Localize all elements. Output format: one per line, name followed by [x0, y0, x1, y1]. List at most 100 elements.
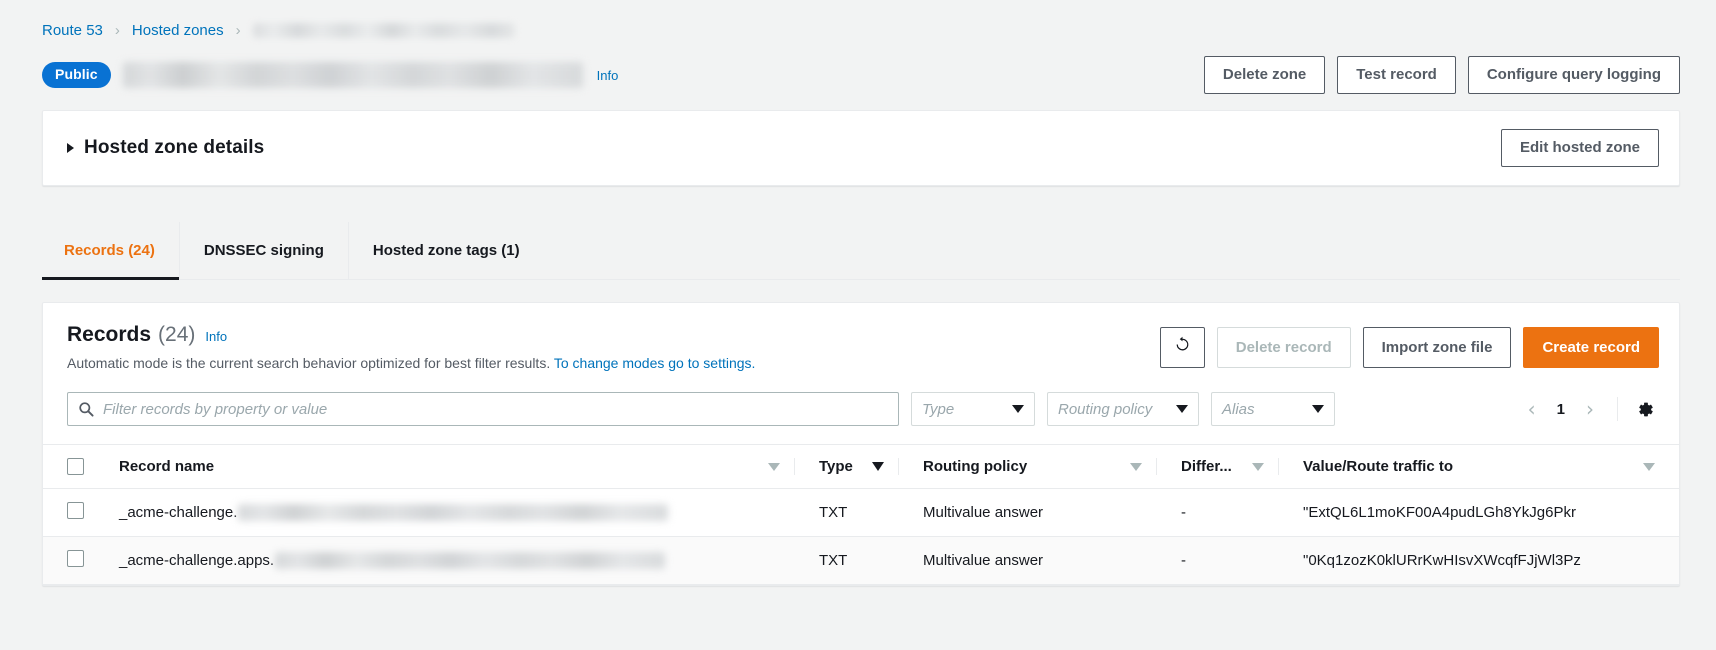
row-checkbox[interactable]: [67, 550, 84, 567]
cell-differentiator: -: [1167, 536, 1289, 585]
breadcrumb-separator-icon: ›: [235, 21, 241, 39]
delete-record-button[interactable]: Delete record: [1216, 327, 1351, 368]
row-select-cell: [43, 536, 105, 585]
row-checkbox[interactable]: [67, 502, 84, 519]
sort-descending-active-icon: [872, 462, 884, 471]
column-header-routing-policy[interactable]: Routing policy: [909, 444, 1167, 489]
table-header-row: Record name Type Routing policy Differ..…: [43, 444, 1679, 489]
record-name-redacted: [275, 552, 666, 569]
create-record-button[interactable]: Create record: [1523, 327, 1659, 368]
cell-routing-policy: Multivalue answer: [909, 488, 1167, 537]
search-icon: [79, 402, 94, 417]
cell-value-route-traffic-to: "ExtQL6L1moKF00A4pudLGh8YkJg6Pkr: [1289, 488, 1679, 537]
sort-descending-icon: [768, 462, 780, 471]
table-row[interactable]: _acme-challenge. TXT Multivalue answer -…: [43, 488, 1679, 537]
record-name-prefix: _acme-challenge.apps.: [119, 552, 275, 569]
tab-records[interactable]: Records (24): [42, 222, 180, 280]
status-badge-public: Public: [42, 62, 111, 88]
import-zone-file-button[interactable]: Import zone file: [1362, 327, 1512, 368]
page-title-zone-name-redacted: [122, 62, 583, 88]
refresh-icon: [1176, 336, 1189, 351]
records-table-body: _acme-challenge. TXT Multivalue answer -…: [43, 488, 1679, 585]
records-panel-header: Records (24) Info Automatic mode is the …: [43, 303, 1679, 386]
pagination-next-button[interactable]: ›: [1577, 397, 1603, 421]
row-select-cell: [43, 488, 105, 537]
records-table: Record name Type Routing policy Differ..…: [43, 444, 1679, 585]
breadcrumb-item-zone-redacted: [252, 22, 515, 38]
search-box[interactable]: [67, 392, 899, 426]
filter-routing-policy-select[interactable]: Routing policy: [1047, 392, 1199, 426]
sort-descending-icon: [1130, 462, 1142, 471]
sort-descending-icon: [1252, 462, 1264, 471]
chevron-down-icon: [1012, 405, 1024, 413]
hosted-zone-details-container: Hosted zone details Edit hosted zone: [42, 110, 1680, 186]
chevron-down-icon: [1176, 405, 1188, 413]
breadcrumb-separator-icon: ›: [114, 21, 120, 39]
change-modes-settings-link[interactable]: To change modes go to settings.: [554, 355, 756, 371]
filter-type-value: Type: [922, 400, 955, 418]
column-label-record-name: Record name: [119, 458, 215, 475]
filter-type-select[interactable]: Type: [911, 392, 1035, 426]
records-panel-actions: Delete record Import zone file Create re…: [1159, 323, 1659, 368]
zone-info-link[interactable]: Info: [597, 68, 619, 83]
filter-routing-policy-value: Routing policy: [1058, 400, 1153, 418]
column-label-routing-policy: Routing policy: [923, 458, 1028, 475]
preferences-button[interactable]: [1632, 400, 1659, 419]
cell-routing-policy: Multivalue answer: [909, 536, 1167, 585]
cell-record-name: _acme-challenge.: [105, 488, 805, 537]
header-actions: Delete zone Test record Configure query …: [1203, 56, 1680, 94]
chevron-right-icon: [67, 143, 74, 153]
breadcrumb: Route 53 › Hosted zones ›: [0, 0, 1716, 44]
column-header-record-name[interactable]: Record name: [105, 444, 805, 489]
records-info-link[interactable]: Info: [205, 329, 227, 344]
records-count: (24): [158, 323, 196, 346]
tab-hosted-zone-tags[interactable]: Hosted zone tags (1): [349, 222, 544, 279]
hosted-zone-details-expander[interactable]: Hosted zone details: [67, 137, 264, 159]
record-name-redacted: [238, 504, 669, 521]
cell-type: TXT: [805, 488, 909, 537]
sort-descending-icon: [1643, 462, 1655, 471]
pagination: ‹ 1 ›: [1519, 397, 1659, 421]
records-description: Automatic mode is the current search beh…: [67, 354, 755, 372]
breadcrumb-item-hosted-zones[interactable]: Hosted zones: [132, 22, 224, 39]
pagination-divider: [1617, 397, 1618, 421]
breadcrumb-item-route53[interactable]: Route 53: [42, 22, 103, 39]
column-label-type: Type: [819, 458, 853, 475]
page-header: Public Info Delete zone Test record Conf…: [0, 44, 1716, 104]
table-row[interactable]: _acme-challenge.apps. TXT Multivalue ans…: [43, 536, 1679, 585]
column-header-differentiator[interactable]: Differ...: [1167, 444, 1289, 489]
select-all-header: [43, 444, 105, 489]
tab-dnssec-signing[interactable]: DNSSEC signing: [180, 222, 349, 279]
records-description-text: Automatic mode is the current search beh…: [67, 355, 551, 371]
configure-query-logging-button[interactable]: Configure query logging: [1467, 56, 1680, 94]
filter-alias-select[interactable]: Alias: [1211, 392, 1335, 426]
chevron-down-icon: [1312, 405, 1324, 413]
delete-zone-button[interactable]: Delete zone: [1203, 56, 1326, 94]
column-label-differentiator: Differ...: [1181, 458, 1232, 475]
pagination-page-1[interactable]: 1: [1551, 401, 1571, 418]
hosted-zone-details-bar: Hosted zone details Edit hosted zone: [43, 111, 1679, 185]
column-header-value-route-traffic-to[interactable]: Value/Route traffic to: [1289, 444, 1679, 489]
cell-type: TXT: [805, 536, 909, 585]
records-panel: Records (24) Info Automatic mode is the …: [42, 302, 1680, 586]
records-title: Records: [67, 323, 152, 346]
cell-differentiator: -: [1167, 488, 1289, 537]
records-filter-row: Type Routing policy Alias ‹ 1 ›: [43, 386, 1679, 444]
refresh-button[interactable]: [1159, 327, 1205, 368]
test-record-button[interactable]: Test record: [1337, 56, 1456, 94]
tab-bar: Records (24) DNSSEC signing Hosted zone …: [42, 222, 1680, 280]
records-table-head: Record name Type Routing policy Differ..…: [43, 444, 1679, 489]
gear-icon: [1639, 402, 1653, 416]
cell-value-route-traffic-to: "0Kq1zozK0klURrKwHIsvXWcqfFJjWl3Pz: [1289, 536, 1679, 585]
hosted-zone-details-title: Hosted zone details: [84, 137, 265, 158]
column-label-value-route-traffic-to: Value/Route traffic to: [1303, 458, 1454, 475]
filter-alias-value: Alias: [1222, 400, 1255, 418]
search-input[interactable]: [103, 400, 888, 418]
column-header-type[interactable]: Type: [805, 444, 909, 489]
edit-hosted-zone-button[interactable]: Edit hosted zone: [1501, 129, 1659, 167]
pagination-prev-button[interactable]: ‹: [1519, 397, 1545, 421]
cell-record-name: _acme-challenge.apps.: [105, 536, 805, 585]
record-name-prefix: _acme-challenge.: [119, 504, 238, 521]
select-all-checkbox[interactable]: [67, 458, 84, 475]
records-title-row: Records (24) Info: [67, 323, 755, 347]
